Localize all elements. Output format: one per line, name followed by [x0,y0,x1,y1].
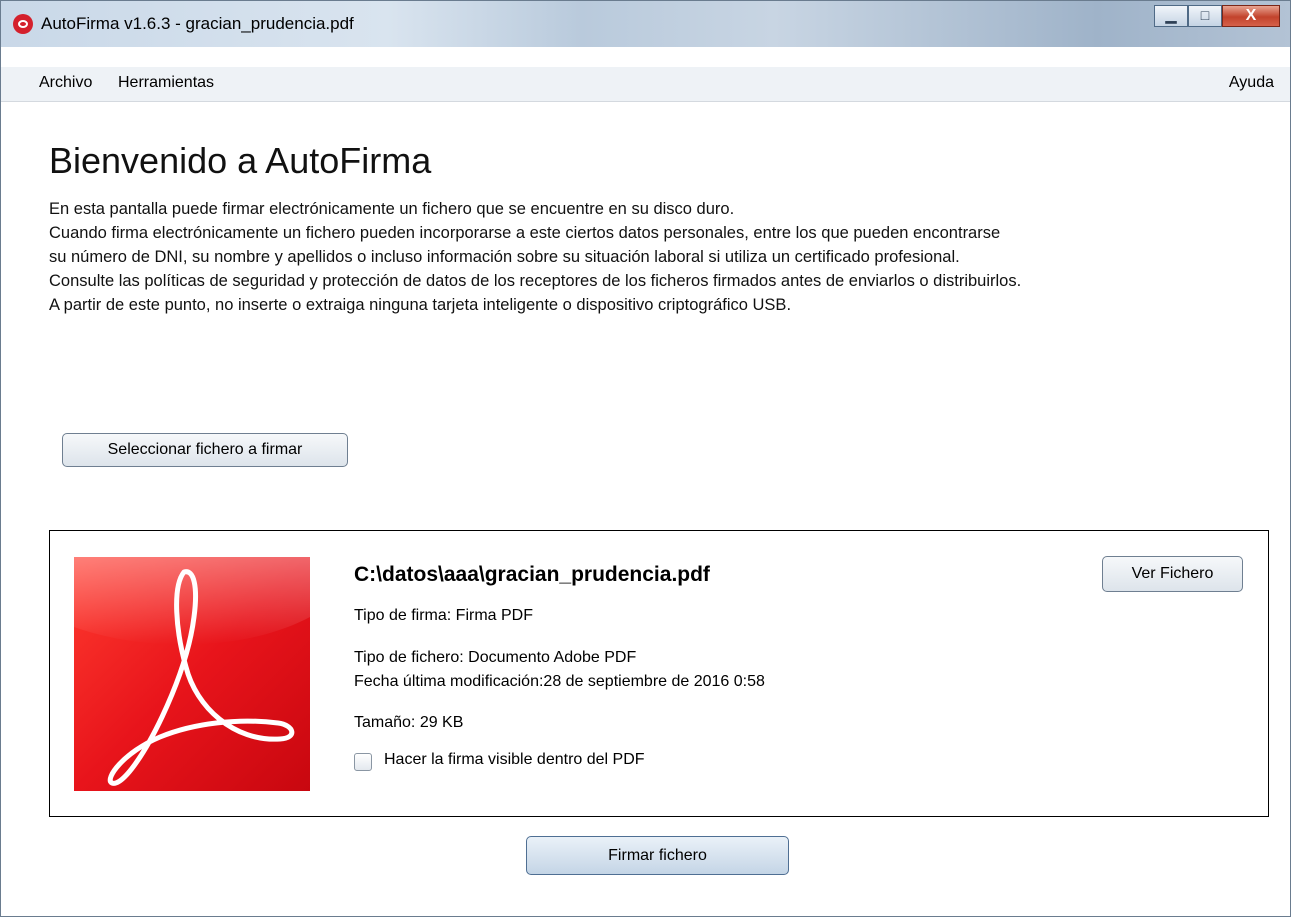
autofirma-window: AutoFirma v1.6.3 - gracian_prudencia.pdf… [0,0,1291,917]
close-icon: X [1245,7,1257,24]
file-type: Tipo de fichero: Documento Adobe PDF [354,649,637,666]
menu-archivo[interactable]: Archivo [39,74,92,92]
title-bar[interactable]: AutoFirma v1.6.3 - gracian_prudencia.pdf… [1,1,1290,47]
view-file-button[interactable]: Ver Fichero [1102,556,1243,592]
intro-line: En esta pantalla puede firmar electrónic… [49,200,735,218]
visible-signature-checkbox[interactable] [354,753,372,771]
intro-line: su número de DNI, su nombre y apellidos … [49,248,960,266]
maximize-button[interactable]: □ [1188,5,1222,27]
last-modified: Fecha última modificación:28 de septiemb… [354,673,765,690]
file-size: Tamaño: 29 KB [354,714,464,731]
file-details-panel: C:\datos\aaa\gracian_prudencia.pdf Tipo … [49,530,1269,817]
menu-herramientas[interactable]: Herramientas [118,74,214,92]
intro-line: Cuando firma electrónicamente un fichero… [49,224,1001,242]
welcome-title: Bienvenido a AutoFirma [49,140,432,181]
main-content: Bienvenido a AutoFirma En esta pantalla … [1,102,1290,916]
signature-type: Tipo de firma: Firma PDF [354,607,533,624]
pdf-file-icon [74,557,310,791]
intro-text: En esta pantalla puede firmar electrónic… [49,197,1274,317]
file-path: C:\datos\aaa\gracian_prudencia.pdf [354,563,710,586]
close-button[interactable]: X [1222,5,1280,27]
minimize-button[interactable]: ▁ [1154,5,1188,27]
menu-ayuda[interactable]: Ayuda [1229,74,1274,92]
intro-line: Consulte las políticas de seguridad y pr… [49,272,1022,290]
select-file-button[interactable]: Seleccionar fichero a firmar [62,433,348,467]
window-controls: ▁ □ X [1154,5,1280,31]
visible-signature-label[interactable]: Hacer la firma visible dentro del PDF [384,751,645,769]
menu-bar: Archivo Herramientas Ayuda [1,67,1290,102]
autofirma-logo-icon [13,14,33,34]
window-title: AutoFirma v1.6.3 - gracian_prudencia.pdf [41,14,354,33]
intro-line: A partir de este punto, no inserte o ext… [49,296,792,314]
sign-file-button[interactable]: Firmar fichero [526,836,789,875]
minimize-icon: ▁ [1165,7,1177,23]
maximize-icon: □ [1200,7,1210,23]
